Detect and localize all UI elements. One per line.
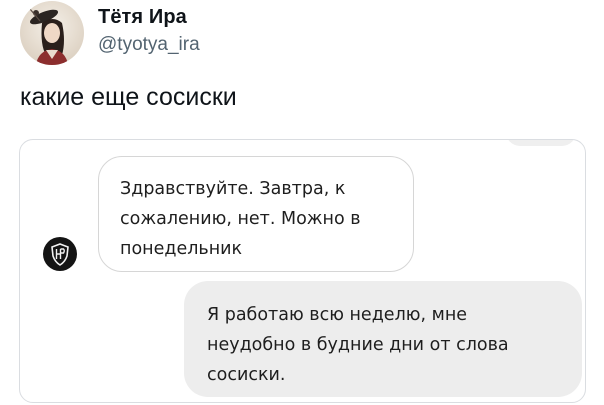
author-display-name[interactable]: Тётя Ира [98,6,187,29]
attached-chat-screenshot[interactable]: Здравствуйте. Завтра, к сожалению, нет. … [19,139,586,403]
woman-portrait-icon [29,8,68,65]
outgoing-message-bubble[interactable]: Я работаю всю неделю, мне неудобно в буд… [184,281,582,397]
author-avatar[interactable] [20,1,84,65]
shield-logo-icon [51,243,69,266]
message-line: неудобно в будние дни от слова [207,335,509,355]
message-line: сосиски. [207,365,286,385]
chat-avatar [43,237,77,271]
tweet-text: какие еще сосиски [20,83,237,111]
previous-message-fragment [506,140,576,146]
message-line: сожалению, нет. Можно в [120,209,361,229]
incoming-message-bubble[interactable]: Здравствуйте. Завтра, к сожалению, нет. … [98,156,414,272]
message-line: понедельник [120,239,243,259]
author-handle[interactable]: @tyotya_ira [98,34,200,56]
message-line: Здравствуйте. Завтра, к [120,179,346,199]
message-line: Я работаю всю неделю, мне [207,305,468,325]
